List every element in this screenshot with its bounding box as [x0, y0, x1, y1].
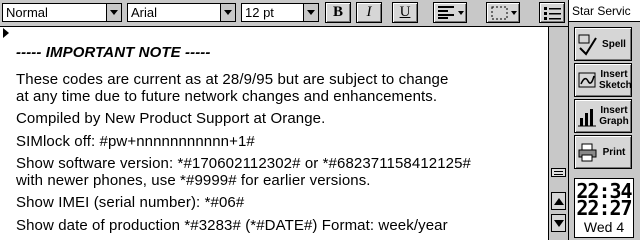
- spell-label: Spell: [602, 39, 626, 50]
- command-panel: Star Servic Spell Insert Sketch Insert G…: [568, 0, 640, 240]
- clock-day: Wed 4: [583, 219, 625, 235]
- border-button[interactable]: [486, 2, 520, 23]
- scroll-down-button[interactable]: [551, 214, 566, 232]
- align-left-icon: [438, 6, 454, 19]
- text-line: Compiled by New Product Support at Orang…: [16, 110, 326, 127]
- clock-time-bottom: 22:27: [576, 196, 632, 220]
- spell-button[interactable]: Spell: [574, 27, 632, 61]
- size-dropdown[interactable]: 12 pt: [241, 3, 319, 22]
- vertical-scrollbar[interactable]: [548, 27, 568, 240]
- text-line: with newer phones, use *#9999# for earli…: [16, 172, 371, 189]
- border-icon: [491, 6, 508, 20]
- bullets-button[interactable]: [539, 2, 565, 23]
- text-line: Show IMEI (serial number): *#06#: [16, 194, 245, 211]
- heading-line: ----- IMPORTANT NOTE -----: [16, 44, 211, 61]
- text-line: SIMlock off: #pw+nnnnnnnnnnn+1#: [16, 133, 255, 150]
- insert-sketch-label: Insert Sketch: [599, 69, 632, 91]
- insert-sketch-button[interactable]: Insert Sketch: [574, 63, 632, 97]
- align-button[interactable]: [433, 2, 467, 23]
- underline-button[interactable]: U: [392, 2, 418, 23]
- chevron-down-icon: [106, 4, 121, 21]
- chevron-down-icon: [220, 4, 235, 21]
- cursor-marker-icon: [3, 28, 9, 38]
- style-dropdown[interactable]: Normal: [2, 3, 122, 22]
- font-value: Arial: [131, 5, 158, 20]
- scroll-up-button[interactable]: [551, 192, 566, 210]
- text-line: Show date of production *#3283# (*#DATE#…: [16, 217, 448, 234]
- print-label: Print: [602, 147, 626, 158]
- text-line: These codes are current as at 28/9/95 bu…: [16, 71, 449, 88]
- document-area[interactable]: ----- IMPORTANT NOTE ----- These codes a…: [0, 27, 549, 240]
- word-processor-window: Normal Arial 12 pt B I U ----- IMPORTANT…: [0, 0, 640, 240]
- print-button[interactable]: Print: [574, 135, 632, 169]
- app-name: Star Servic: [569, 0, 640, 22]
- text-line: Show software version: *#170602112302# o…: [16, 155, 471, 172]
- spell-check-icon: [578, 34, 597, 56]
- insert-graph-label: Insert Graph: [599, 105, 629, 127]
- insert-graph-button[interactable]: Insert Graph: [574, 99, 632, 133]
- bold-button[interactable]: B: [325, 2, 351, 23]
- bullet-list-icon: [544, 7, 561, 20]
- size-value: 12 pt: [245, 5, 274, 20]
- chevron-down-icon: [303, 4, 318, 21]
- formatting-toolbar: Normal Arial 12 pt B I U: [0, 0, 568, 27]
- text-line: at any time due to future network change…: [16, 88, 438, 105]
- scroll-thumb[interactable]: [551, 168, 566, 177]
- printer-icon: [578, 143, 597, 162]
- font-dropdown[interactable]: Arial: [127, 3, 236, 22]
- clock-widget[interactable]: 22:34 22:27 Wed 4: [574, 178, 634, 238]
- graph-icon: [578, 109, 596, 127]
- sketch-icon: [578, 72, 596, 88]
- italic-button[interactable]: I: [356, 2, 382, 23]
- style-value: Normal: [6, 5, 48, 20]
